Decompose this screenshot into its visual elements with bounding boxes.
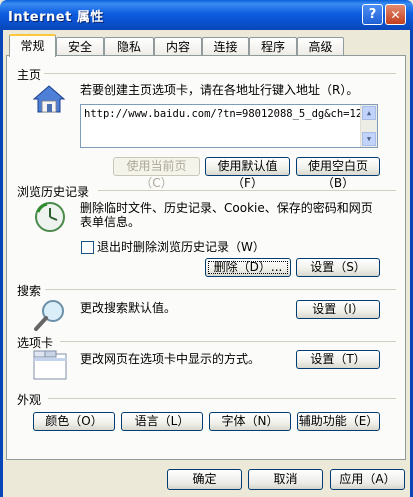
textarea-scrollbar[interactable]: ▲ ▼ — [360, 105, 377, 147]
home-description: 若要创建主页选项卡，请在各地址行键入地址（R）。 — [80, 83, 359, 97]
window-frame-left — [0, 30, 3, 497]
scroll-up-arrow-icon[interactable]: ▲ — [362, 106, 376, 120]
tabs-section-heading: 选项卡 — [17, 336, 54, 350]
tab-programs[interactable]: 程序 — [249, 37, 297, 56]
tab-privacy[interactable]: 隐私 — [104, 37, 154, 56]
history-description-line1: 删除临时文件、历史记录、Cookie、保存的密码和网页 — [80, 201, 373, 215]
colors-button[interactable]: 颜色（O） — [33, 412, 115, 431]
delete-on-exit-label[interactable]: 退出时删除浏览历史记录（W） — [97, 241, 265, 254]
search-settings-button[interactable]: 设置（I） — [296, 300, 380, 319]
fonts-button[interactable]: 字体（N） — [209, 412, 291, 431]
delete-history-button[interactable]: 删除（D）... — [205, 258, 291, 277]
tab-advanced[interactable]: 高级 — [297, 37, 344, 56]
tabs-description: 更改网页在选项卡中显示的方式。 — [80, 352, 261, 366]
history-description-line2: 表单信息。 — [80, 215, 141, 229]
search-separator — [45, 289, 396, 290]
home-section-heading: 主页 — [17, 68, 42, 82]
languages-button[interactable]: 语言（L） — [121, 412, 203, 431]
accessibility-button[interactable]: 辅助功能（E） — [297, 412, 380, 431]
history-section-heading: 浏览历史记录 — [17, 185, 90, 199]
tabs-settings-button[interactable]: 设置（T） — [296, 350, 380, 369]
delete-on-exit-checkbox[interactable] — [81, 241, 94, 254]
home-url-text: http://www.baidu.com/?tn=98012088_5_dg&c… — [84, 108, 363, 120]
history-clock-icon — [33, 200, 67, 237]
tabs-separator — [60, 341, 396, 342]
magnifier-icon — [33, 298, 67, 335]
cancel-button[interactable]: 取消 — [248, 469, 323, 490]
search-description: 更改搜索默认值。 — [80, 301, 177, 315]
use-current-button[interactable]: 使用当前页（C） — [113, 157, 200, 190]
title-bar[interactable]: Internet 属性 ? ✕ — [0, 0, 413, 30]
close-button[interactable]: ✕ — [385, 4, 406, 25]
history-separator — [98, 190, 396, 191]
history-settings-button[interactable]: 设置（S） — [296, 258, 380, 277]
apply-button[interactable]: 应用（A） — [330, 469, 405, 490]
tab-content[interactable]: 内容 — [154, 37, 202, 56]
search-section-heading: 搜索 — [17, 284, 42, 298]
appearance-separator — [48, 398, 396, 399]
scroll-down-arrow-icon[interactable]: ▼ — [362, 132, 376, 146]
help-button[interactable]: ? — [362, 4, 383, 25]
tab-connections[interactable]: 连接 — [202, 37, 249, 56]
tab-general[interactable]: 常规 — [9, 34, 56, 57]
home-url-textarea[interactable]: http://www.baidu.com/?tn=98012088_5_dg&c… — [80, 104, 378, 148]
use-blank-button[interactable]: 使用空白页（B） — [296, 157, 380, 190]
window-title: Internet 属性 — [8, 10, 104, 25]
use-default-button[interactable]: 使用默认值（F） — [205, 157, 290, 190]
tabbed-window-icon — [33, 350, 67, 383]
home-separator — [44, 73, 396, 74]
appearance-section-heading: 外观 — [17, 393, 42, 407]
ok-button[interactable]: 确定 — [167, 469, 242, 490]
tab-security[interactable]: 安全 — [56, 37, 104, 56]
home-icon — [32, 84, 66, 117]
